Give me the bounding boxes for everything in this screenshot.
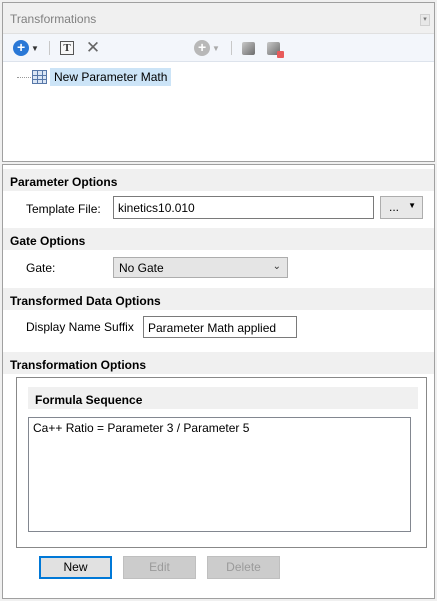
template-file-input[interactable]: kinetics10.010	[113, 196, 374, 219]
toolbar-separator	[231, 41, 232, 55]
toolbar: + ▼ T ✕ + ▼	[3, 34, 434, 62]
rename-button[interactable]: T	[58, 39, 76, 57]
panel-title: Transformations	[10, 12, 97, 26]
browse-label: ...	[389, 200, 400, 214]
paste-icon	[266, 41, 284, 58]
section-heading-transformation-options: Transformation Options	[3, 352, 434, 374]
formula-list[interactable]: Ca++ Ratio = Parameter 3 / Parameter 5	[28, 417, 411, 532]
display-name-suffix-input[interactable]: Parameter Math applied	[143, 316, 297, 338]
chevron-down-icon: ▼	[212, 43, 220, 53]
template-file-label: Template File:	[26, 202, 101, 216]
edit-button[interactable]: Edit	[123, 556, 196, 579]
gate-select[interactable]: No Gate ⌄	[113, 257, 288, 278]
add-transform-button[interactable]: + ▼	[11, 39, 41, 57]
new-button[interactable]: New	[39, 556, 112, 579]
chevron-down-icon: ▼	[408, 201, 416, 210]
transformations-panel: Transformations ▾ + ▼ T ✕ + ▼ New Parame…	[2, 2, 435, 162]
display-name-suffix-label: Display Name Suffix	[26, 320, 134, 334]
section-heading-parameter-options: Parameter Options	[3, 169, 434, 191]
section-heading-gate-options: Gate Options	[3, 228, 434, 250]
chevron-down-icon: ▼	[31, 43, 39, 53]
add-circle-icon: +	[194, 40, 211, 56]
copy-button[interactable]	[240, 39, 256, 57]
delete-button[interactable]: ✕	[83, 38, 103, 57]
paste-button[interactable]	[264, 39, 284, 58]
gate-label: Gate:	[26, 261, 56, 275]
delete-formula-button[interactable]: Delete	[207, 556, 280, 579]
tree-connector	[17, 76, 31, 78]
gate-select-value: No Gate	[119, 261, 164, 275]
text-icon: T	[60, 41, 74, 55]
pin-icon[interactable]: ▾	[420, 14, 430, 26]
add-child-button[interactable]: + ▼	[191, 39, 223, 57]
panel-titlebar: Transformations ▾	[3, 3, 434, 34]
formula-sequence-heading: Formula Sequence	[28, 387, 418, 409]
formula-group: Formula Sequence Ca++ Ratio = Parameter …	[16, 377, 427, 548]
toolbar-separator	[49, 41, 50, 55]
chevron-down-icon: ⌄	[272, 261, 281, 272]
tree-item-label: New Parameter Math	[50, 68, 172, 86]
tree-item[interactable]: New Parameter Math	[17, 68, 172, 86]
options-panel: Parameter Options Template File: kinetic…	[2, 164, 435, 599]
parameter-math-icon	[32, 70, 47, 84]
add-circle-icon: +	[13, 40, 30, 56]
delete-x-icon: ✕	[85, 38, 101, 57]
section-heading-transformed-data-options: Transformed Data Options	[3, 288, 434, 310]
list-item[interactable]: Ca++ Ratio = Parameter 3 / Parameter 5	[33, 421, 406, 435]
copy-icon	[241, 41, 255, 55]
browse-button[interactable]: ... ▼	[380, 196, 423, 219]
